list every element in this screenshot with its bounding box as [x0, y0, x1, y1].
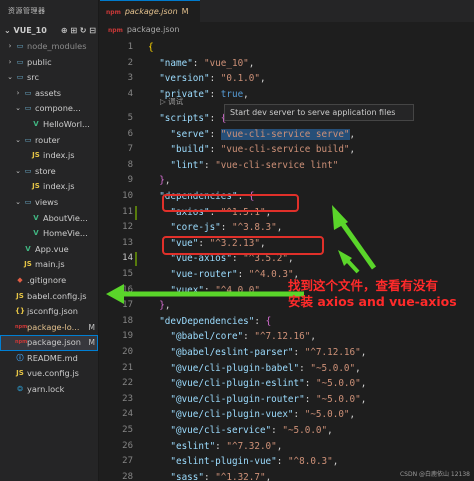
annotation-text: 找到这个文件，查看有没有 安装 axios and vue-axios: [288, 278, 457, 310]
watermark: CSDN @白鹿依山 12138: [399, 471, 470, 478]
arrow-head: [106, 284, 124, 304]
arrow-to-package-json: [106, 284, 304, 304]
annotation-arrows: [106, 205, 377, 304]
annotation-line-2: 安装 axios and vue-axios: [288, 294, 457, 309]
annotation-line-1: 找到这个文件，查看有没有: [288, 278, 439, 293]
arrow-to-vue-axios: [338, 250, 360, 274]
arrow-to-axios: [332, 205, 377, 270]
